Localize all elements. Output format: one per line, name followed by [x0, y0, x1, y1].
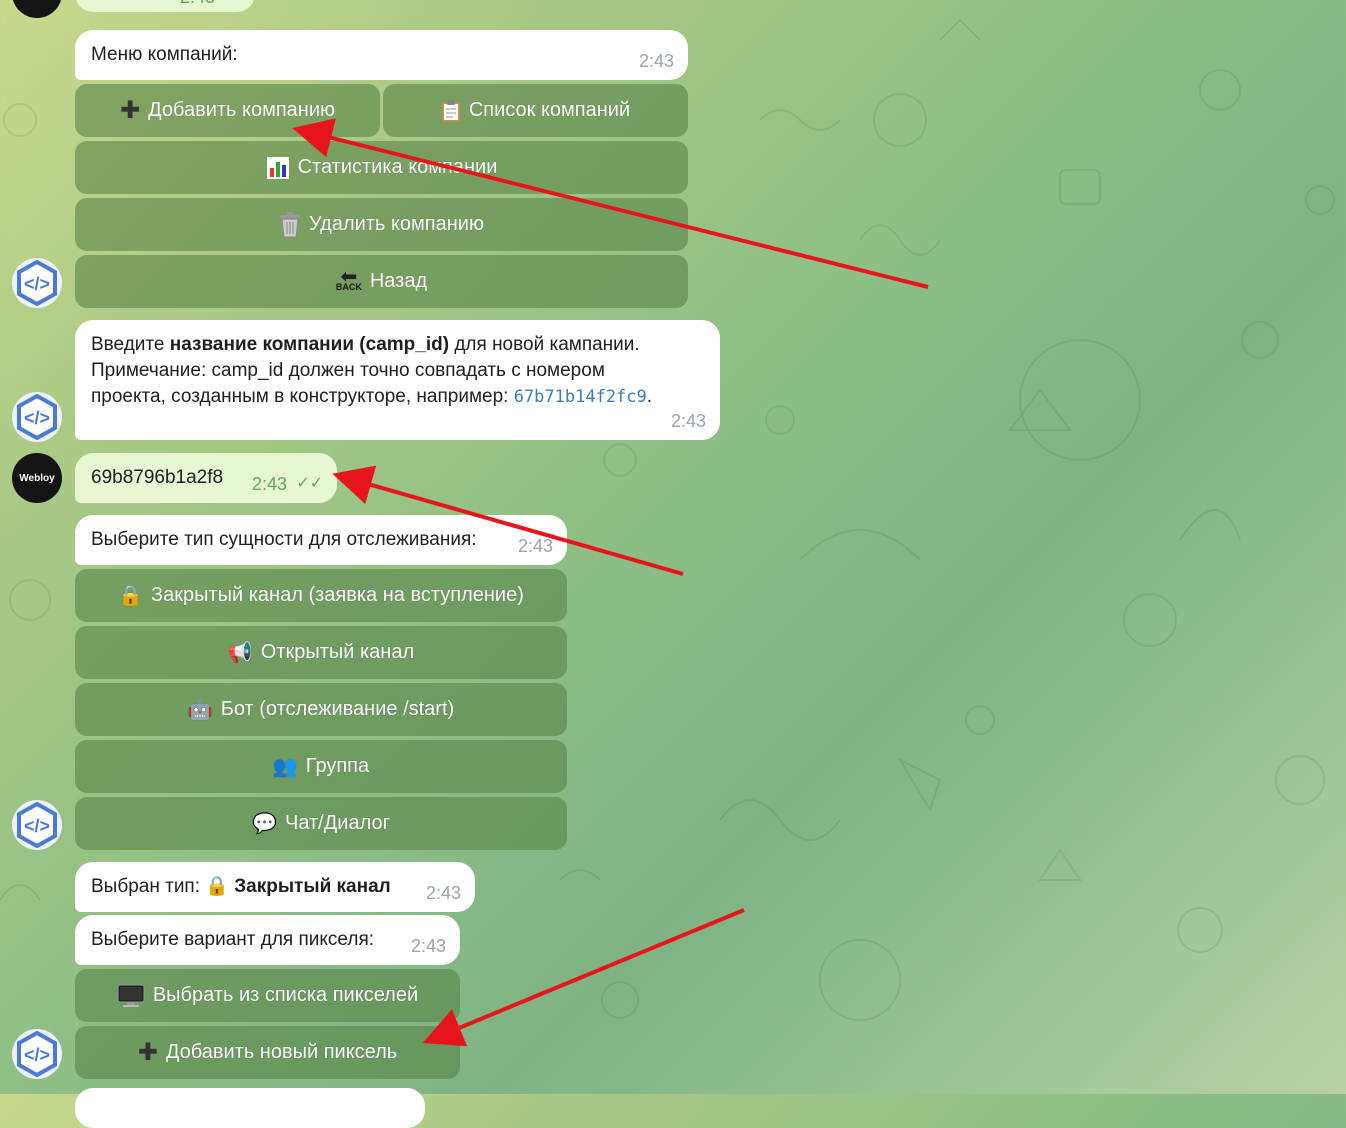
arrow-to-add-company	[292, 118, 929, 289]
bottom-partial-bubble	[75, 1088, 425, 1128]
arrow-to-add-pixel	[422, 908, 745, 1047]
annotation-arrows	[292, 118, 929, 1047]
arrow-to-user-message	[332, 465, 684, 576]
